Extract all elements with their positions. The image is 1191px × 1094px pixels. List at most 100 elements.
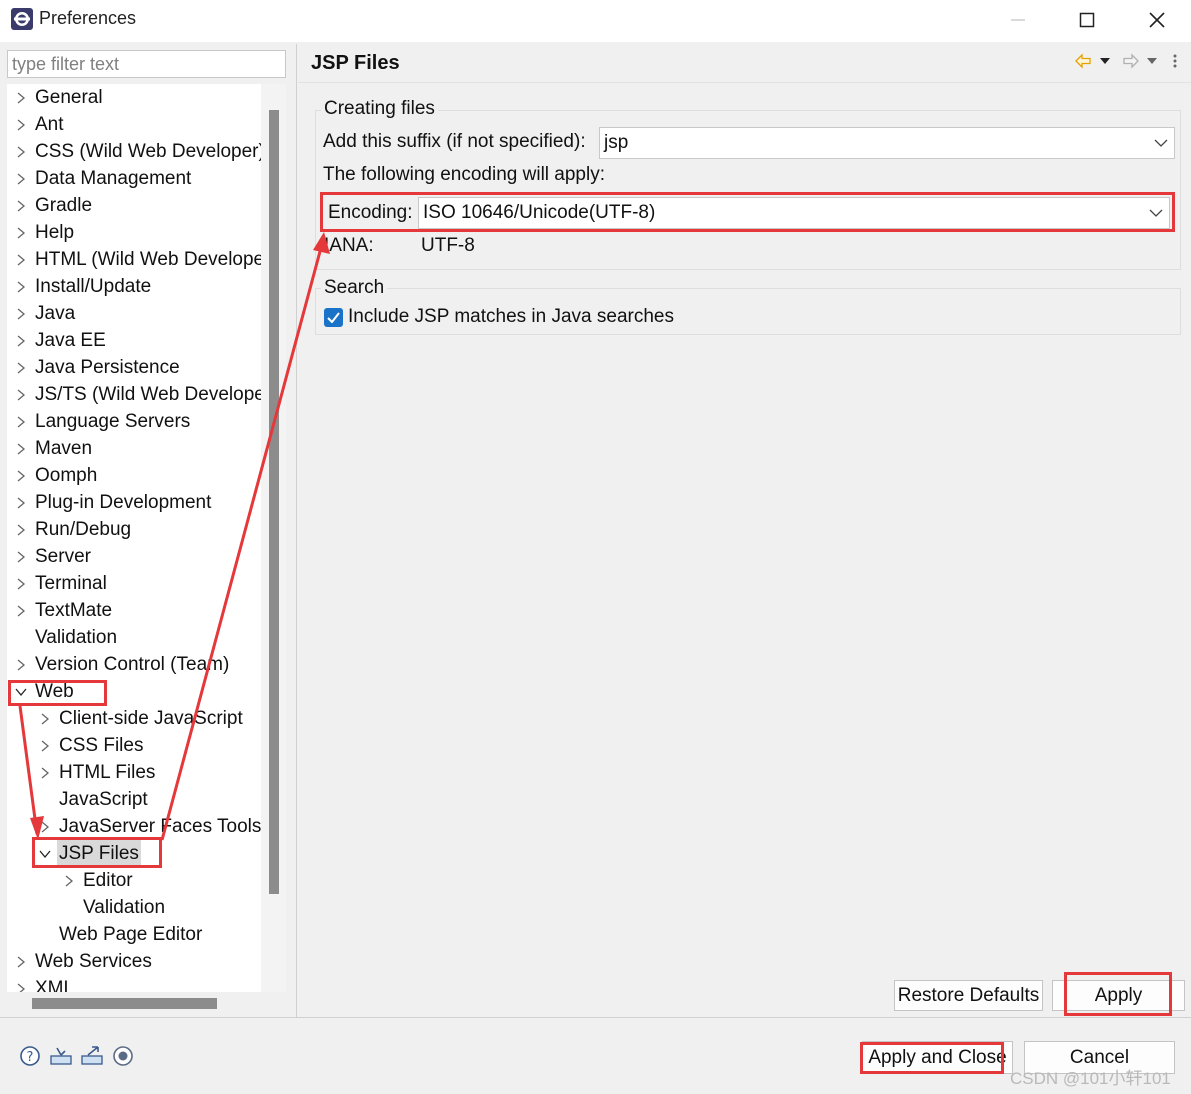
chevron-right-icon[interactable] [15, 138, 27, 165]
pane-divider[interactable] [296, 44, 297, 1017]
tree-item[interactable]: Validation [7, 894, 261, 921]
filter-field[interactable] [7, 50, 286, 78]
creating-files-group-label: Creating files [321, 98, 438, 120]
tree-item[interactable]: Ant [7, 111, 261, 138]
chevron-right-icon[interactable] [15, 543, 27, 570]
tree-item-label: Web [35, 681, 74, 702]
tree-item[interactable]: Version Control (Team) [7, 651, 261, 678]
tree-item[interactable]: JS/TS (Wild Web Develope [7, 381, 261, 408]
chevron-right-icon[interactable] [39, 732, 51, 759]
tree-item[interactable]: HTML (Wild Web Develope [7, 246, 261, 273]
tree-item[interactable]: XML [7, 975, 261, 992]
chevron-right-icon[interactable] [15, 435, 27, 462]
tree-item[interactable]: Server [7, 543, 261, 570]
tree-item[interactable]: JavaScript [7, 786, 261, 813]
apply-and-close-button[interactable]: Apply and Close [862, 1041, 1013, 1074]
tree-item[interactable]: Plug-in Development [7, 489, 261, 516]
tree-item[interactable]: Java EE [7, 327, 261, 354]
tree-item[interactable]: Java Persistence [7, 354, 261, 381]
tree-item[interactable]: Web Page Editor [7, 921, 261, 948]
tree-item[interactable]: Java [7, 300, 261, 327]
title-separator [298, 82, 1191, 83]
tree-item[interactable]: CSS (Wild Web Developer) [7, 138, 261, 165]
chevron-right-icon[interactable] [15, 516, 27, 543]
minimize-button[interactable] [987, 0, 1049, 40]
close-button[interactable] [1126, 0, 1188, 40]
tree-item-label: Web Services [35, 951, 152, 972]
chevron-right-icon[interactable] [15, 381, 27, 408]
chevron-down-icon[interactable] [39, 840, 51, 867]
help-icon[interactable]: ? [20, 1046, 40, 1066]
tree-item[interactable]: JavaServer Faces Tools [7, 813, 261, 840]
minimize-icon [1011, 19, 1025, 21]
import-icon[interactable] [50, 1047, 72, 1065]
view-menu-icon[interactable] [1173, 54, 1177, 68]
suffix-combo[interactable]: jsp [599, 127, 1175, 159]
chevron-right-icon[interactable] [15, 651, 27, 678]
tree-item[interactable]: Oomph [7, 462, 261, 489]
maximize-button[interactable] [1056, 0, 1118, 40]
tree-item[interactable]: Web [7, 678, 261, 705]
filter-input[interactable] [8, 51, 285, 77]
chevron-right-icon[interactable] [15, 570, 27, 597]
chevron-right-icon[interactable] [63, 867, 75, 894]
chevron-right-icon[interactable] [15, 489, 27, 516]
chevron-right-icon[interactable] [15, 246, 27, 273]
tree-item-label: Version Control (Team) [35, 654, 230, 675]
tree-item[interactable]: Client-side JavaScript [7, 705, 261, 732]
tree-item[interactable]: Validation [7, 624, 261, 651]
chevron-right-icon[interactable] [15, 84, 27, 111]
chevron-right-icon[interactable] [39, 705, 51, 732]
chevron-right-icon[interactable] [15, 462, 27, 489]
chevron-right-icon[interactable] [15, 327, 27, 354]
restore-defaults-button[interactable]: Restore Defaults [894, 980, 1043, 1011]
chevron-right-icon[interactable] [15, 948, 27, 975]
tree-item[interactable]: Help [7, 219, 261, 246]
chevron-right-icon[interactable] [15, 273, 27, 300]
tree-item[interactable]: Terminal [7, 570, 261, 597]
tree-item[interactable]: Run/Debug [7, 516, 261, 543]
forward-arrow-icon[interactable] [1123, 53, 1139, 69]
tree-item[interactable]: Language Servers [7, 408, 261, 435]
tree-item[interactable]: Web Services [7, 948, 261, 975]
record-icon[interactable] [113, 1046, 133, 1066]
tree-item[interactable]: HTML Files [7, 759, 261, 786]
tree-vertical-scrollbar[interactable] [269, 110, 279, 894]
chevron-right-icon[interactable] [39, 813, 51, 840]
chevron-right-icon[interactable] [39, 759, 51, 786]
tree-item[interactable]: Data Management [7, 165, 261, 192]
tree-item-label: Maven [35, 438, 93, 459]
chevron-right-icon[interactable] [15, 597, 27, 624]
chevron-right-icon[interactable] [15, 192, 27, 219]
chevron-down-icon[interactable] [15, 678, 27, 705]
chevron-right-icon[interactable] [15, 408, 27, 435]
tree-item-label: CSS Files [59, 735, 144, 756]
tree-item[interactable]: CSS Files [7, 732, 261, 759]
chevron-right-icon[interactable] [15, 300, 27, 327]
chevron-right-icon[interactable] [15, 165, 27, 192]
tree-horizontal-scrollbar[interactable] [32, 998, 217, 1009]
jsp-java-search-checkbox[interactable] [324, 308, 343, 327]
chevron-right-icon[interactable] [15, 219, 27, 246]
tree-item[interactable]: TextMate [7, 597, 261, 624]
tree-item[interactable]: Install/Update [7, 273, 261, 300]
tree-item-label: Help [35, 222, 75, 243]
tree-item[interactable]: General [7, 84, 261, 111]
encoding-combo[interactable]: ISO 10646/Unicode(UTF-8) [418, 197, 1170, 229]
chevron-right-icon[interactable] [15, 975, 27, 992]
chevron-right-icon[interactable] [15, 354, 27, 381]
apply-button[interactable]: Apply [1052, 980, 1185, 1011]
export-icon[interactable] [81, 1046, 103, 1065]
tree-item-label: Install/Update [35, 276, 152, 297]
back-dropdown-icon[interactable] [1100, 58, 1110, 64]
footer-separator [0, 1017, 1191, 1018]
jsp-java-search-label[interactable]: Include JSP matches in Java searches [348, 306, 674, 328]
tree-item[interactable]: Maven [7, 435, 261, 462]
tree-item[interactable]: Gradle [7, 192, 261, 219]
forward-dropdown-icon[interactable] [1147, 58, 1157, 64]
tree-item[interactable]: JSP Files [7, 840, 261, 867]
chevron-right-icon[interactable] [15, 111, 27, 138]
back-arrow-icon[interactable] [1075, 53, 1091, 69]
tree-item[interactable]: Editor [7, 867, 261, 894]
preference-tree[interactable]: General Ant CSS (Wild Web Developer) Data M… [7, 84, 261, 992]
